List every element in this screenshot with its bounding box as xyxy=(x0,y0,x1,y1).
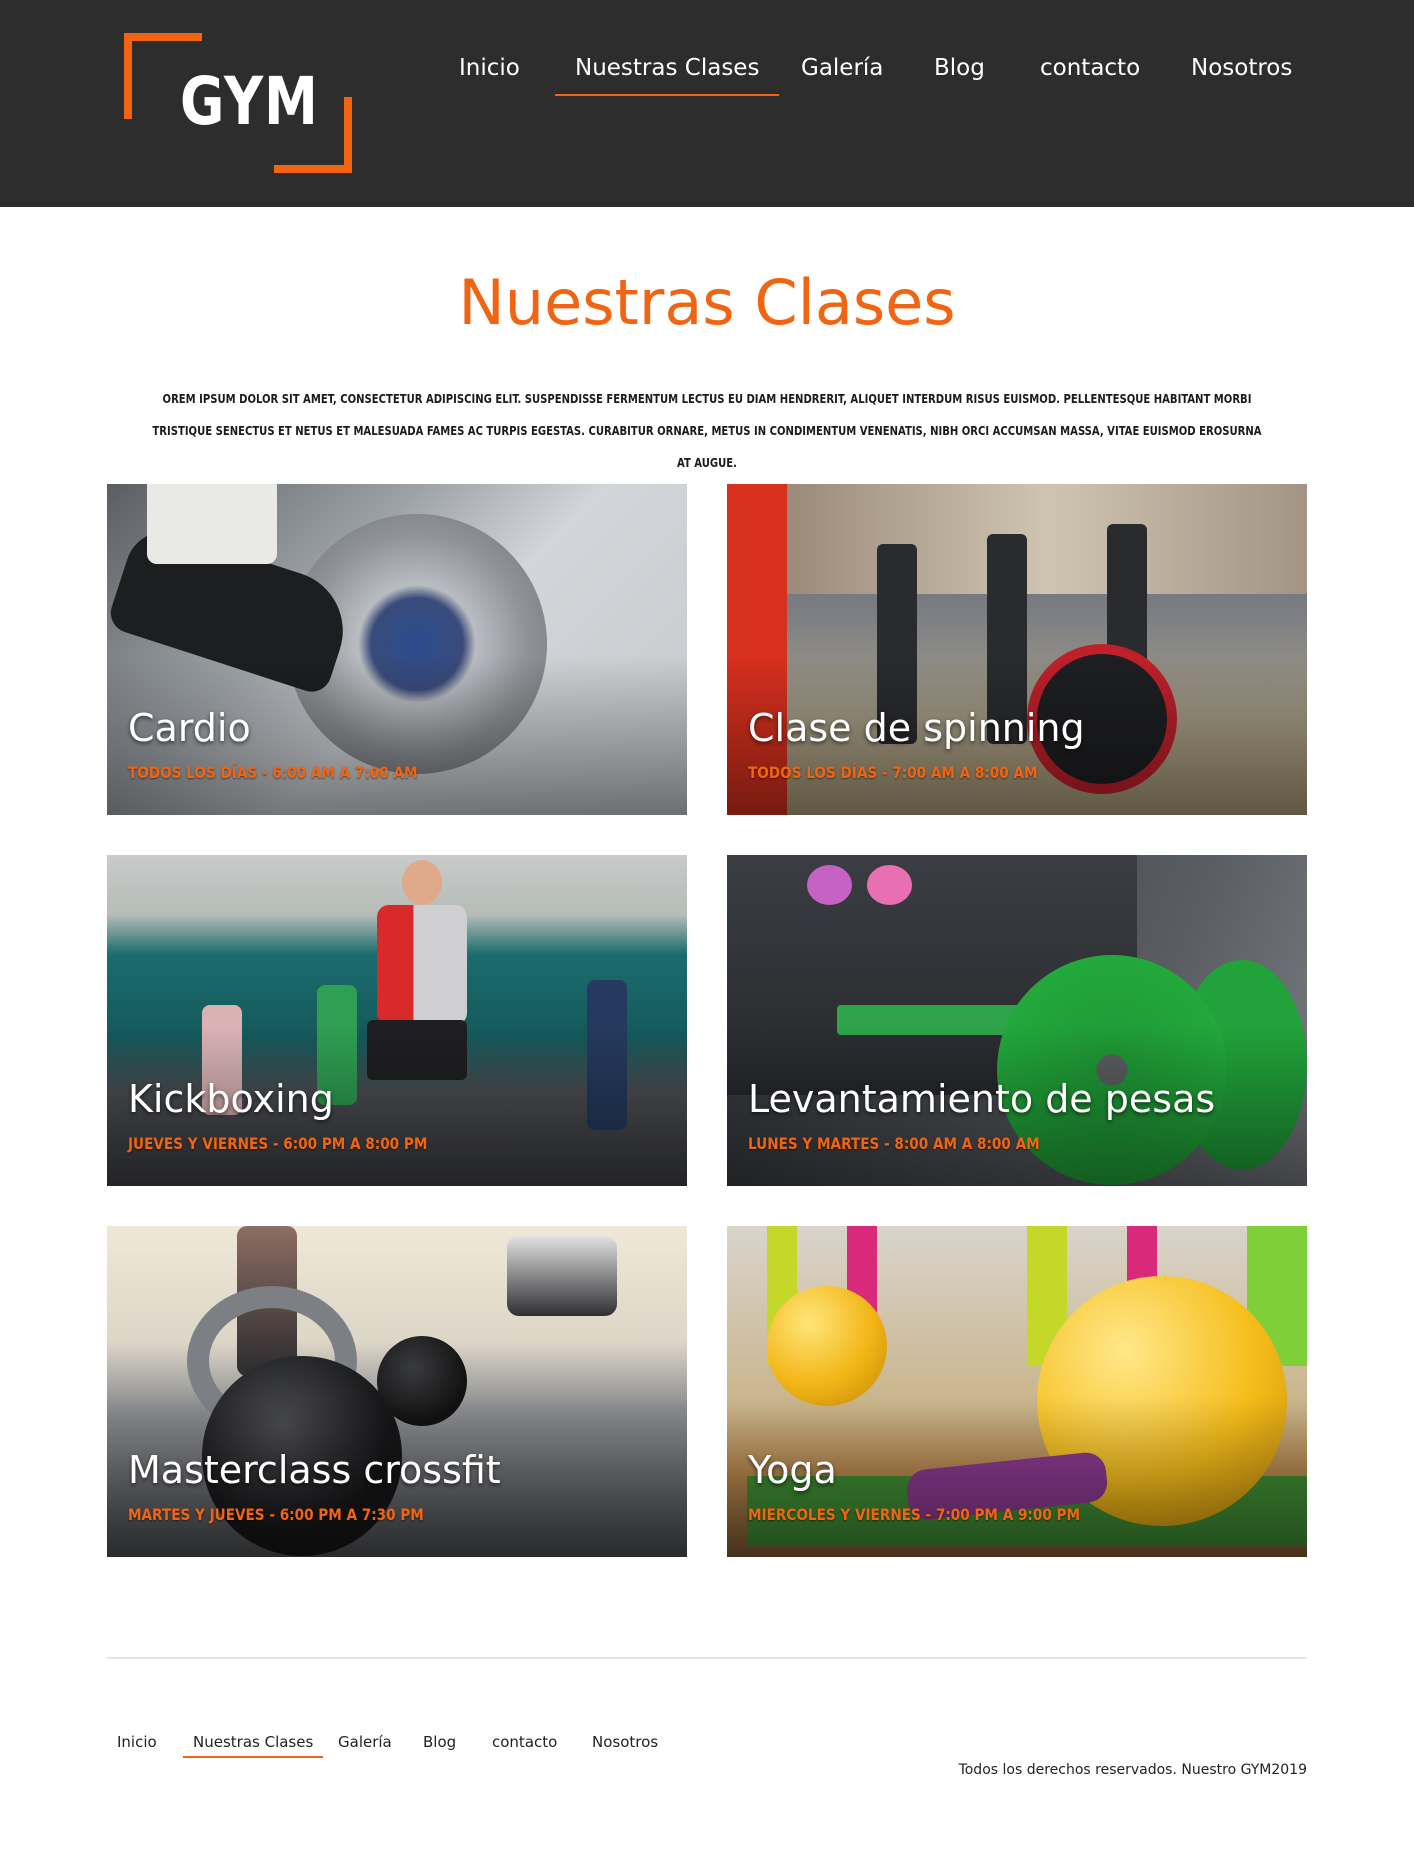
kettlebell-image xyxy=(807,865,852,905)
footer-nav-item-nuestras-clases[interactable]: Nuestras Clases xyxy=(183,1730,324,1758)
footer-nav-item-nosotros[interactable]: Nosotros xyxy=(592,1730,658,1758)
kettlebell-image xyxy=(867,865,912,905)
nav-item-galeria[interactable]: Galería xyxy=(801,50,883,96)
yoga-ball-small-image xyxy=(767,1286,887,1406)
class-title: Masterclass crossfit xyxy=(128,1448,501,1492)
class-card-crossfit[interactable]: Masterclass crossfit Martes y Jueves - 6… xyxy=(107,1226,687,1557)
class-title: Yoga xyxy=(748,1448,837,1492)
class-schedule: Miercoles y Viernes - 7:00 PM a 9:00 PM xyxy=(748,1505,1081,1524)
class-card-yoga[interactable]: Yoga Miercoles y Viernes - 7:00 PM a 9:0… xyxy=(727,1226,1307,1557)
footer-nav-item-galeria[interactable]: Galería xyxy=(338,1730,392,1758)
nav-item-nosotros[interactable]: Nosotros xyxy=(1191,50,1292,96)
person-image xyxy=(507,1236,617,1316)
page-title: Nuestras Clases xyxy=(458,266,956,339)
nav-item-blog[interactable]: Blog xyxy=(934,50,985,96)
class-schedule: Todos los días - 6:00 AM a 7:00 AM xyxy=(128,763,418,782)
class-schedule: Todos los días - 7:00 AM a 8:00 AM xyxy=(748,763,1038,782)
pant-leg-image xyxy=(147,484,277,564)
class-card-cardio[interactable]: Cardio Todos los días - 6:00 AM a 7:00 A… xyxy=(107,484,687,815)
intro-text: orem ipsum dolor sit amet, consectetur a… xyxy=(152,392,1262,470)
class-title: Kickboxing xyxy=(128,1077,334,1121)
class-card-kickboxing[interactable]: Kickboxing Jueves y Viernes - 6:00 PM a … xyxy=(107,855,687,1186)
footer-divider xyxy=(107,1657,1307,1659)
footer-nav-item-inicio[interactable]: Inicio xyxy=(117,1730,157,1758)
person-shirt-image xyxy=(377,905,467,1025)
nav-item-contacto[interactable]: contacto xyxy=(1040,50,1140,96)
class-title: Cardio xyxy=(128,706,251,750)
nav-item-nuestras-clases[interactable]: Nuestras Clases xyxy=(555,50,780,96)
class-title: Levantamiento de pesas xyxy=(748,1077,1216,1121)
class-schedule: Lunes y Martes - 8:00 AM a 8:00 AM xyxy=(748,1134,1040,1153)
main-nav: Inicio Nuestras Clases Galería Blog cont… xyxy=(0,50,1414,100)
window-image xyxy=(787,484,1307,594)
footer-nav-item-blog[interactable]: Blog xyxy=(423,1730,456,1758)
person-head-image xyxy=(402,860,442,905)
class-card-spinning[interactable]: Clase de spinning Todos los días - 7:00 … xyxy=(727,484,1307,815)
footer-nav-item-contacto[interactable]: contacto xyxy=(492,1730,557,1758)
site-header: GYM Inicio Nuestras Clases Galería Blog … xyxy=(0,0,1414,207)
class-schedule: Martes y Jueves - 6:00 PM a 7:30 PM xyxy=(128,1505,424,1524)
footer-nav: Inicio Nuestras Clases Galería Blog cont… xyxy=(0,1730,800,1760)
class-title: Clase de spinning xyxy=(748,706,1085,750)
class-schedule: Jueves y Viernes - 6:00 PM a 8:00 PM xyxy=(128,1134,428,1153)
copyright-text: Todos los derechos reservados. Nuestro G… xyxy=(958,1762,1307,1778)
class-card-pesas[interactable]: Levantamiento de pesas Lunes y Martes - … xyxy=(727,855,1307,1186)
nav-item-inicio[interactable]: Inicio xyxy=(459,50,520,96)
